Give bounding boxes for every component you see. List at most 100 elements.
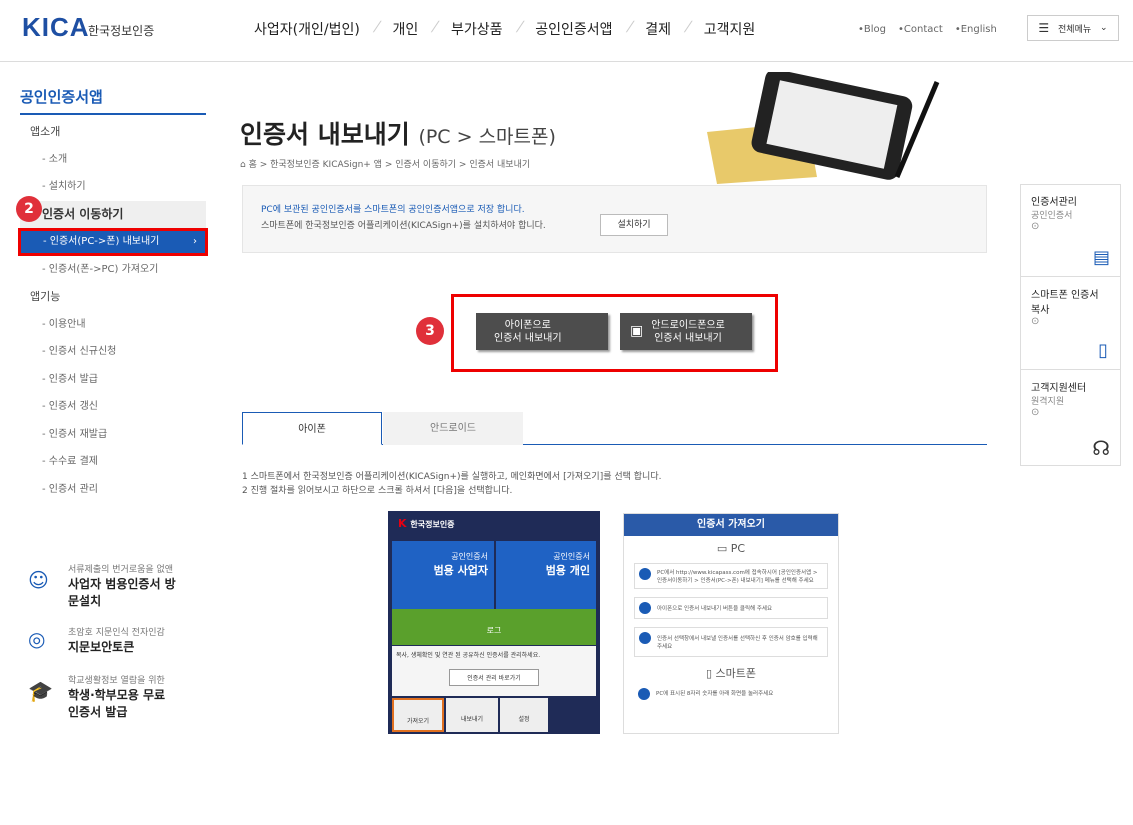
sidebar-item-app-intro[interactable]: 앱소개: [20, 118, 206, 146]
iphone-export-line-2: 인증서 내보내기: [494, 332, 562, 344]
arrow-circle-icon: ⊙: [1031, 407, 1040, 418]
app-screenshot-import: 인증서 가져오기 ▭ PC PC에서 http://www.kicapass.c…: [623, 513, 839, 734]
android-export-button[interactable]: ▣ 안드로이드폰으로 인증서 내보내기: [620, 313, 752, 350]
import-step-text: 아이폰으로 인증서 내보내기 버튼을 클릭해 주세요: [657, 606, 773, 612]
smartphone-section-text: 스마트폰: [715, 667, 757, 680]
kica-logo[interactable]: KICA: [22, 12, 90, 43]
quick-cert-manage-sub: 공인인증서: [1031, 211, 1073, 221]
smartphone-icon: ▯: [705, 667, 713, 680]
app-import-button[interactable]: 가져오기: [392, 698, 444, 732]
iphone-export-label: 아이폰으로 인증서 내보내기: [494, 319, 562, 345]
quick-phone-copy[interactable]: 스마트폰 인증서 복사 ⊙ ▯: [1021, 278, 1120, 370]
app-tile-personal-title: 범용 개인: [545, 564, 590, 577]
sidebar-menu: 앱소개 - 소개 - 설치하기 인증서 이동하기 - 인증서(PC->폰) 내보…: [18, 118, 208, 504]
smartphone-icon: ▯: [1098, 340, 1108, 361]
nav-payment[interactable]: 결제: [631, 19, 685, 39]
banner-title: 사업자 범용인증서 방문설치: [68, 577, 176, 608]
sidebar-item-fee[interactable]: - 수수료 결제: [20, 448, 206, 476]
app-notice: 복사, 생체확인 및 연관 된 공유하신 인증서를 관리하세요. 인증서 관리 …: [392, 646, 596, 696]
step-marker: 3: [416, 317, 444, 345]
banner-title: 지문보안토큰: [68, 640, 135, 654]
quick-menu: 인증서관리 공인인증서 ⊙ ▤ 스마트폰 인증서 복사 ⊙ ▯ 고객지원센터원격지…: [1020, 184, 1121, 466]
chevron-right-icon: ›: [193, 236, 197, 247]
pc-section-label: ▭ PC: [624, 542, 838, 555]
banner-fingerprint[interactable]: ◎ 초암호 지문인식 전자인감지문보안토큰: [28, 625, 165, 655]
kica-app-logo: K: [398, 517, 407, 530]
blog-link[interactable]: •Blog: [858, 24, 886, 35]
sidebar-item-intro[interactable]: - 소개: [20, 146, 206, 174]
app-tile-log[interactable]: 로그: [392, 609, 596, 645]
quick-cert-manage[interactable]: 인증서관리 공인인증서 ⊙ ▤: [1021, 185, 1120, 277]
quick-support-center-title: 고객지원센터: [1031, 383, 1087, 394]
instructions: 1 스마트폰에서 한국정보인증 어플리케이션(KICASign+)를 실행하고,…: [242, 470, 661, 498]
all-menu-button[interactable]: ☰ 전체메뉴 ⌄: [1027, 15, 1119, 41]
info-line-2: 스마트폰에 한국정보인증 어플리케이션(KICASign+)를 설치하셔야 합니…: [261, 221, 546, 231]
english-link[interactable]: •English: [955, 24, 997, 35]
monitor-icon: ▭: [716, 542, 728, 555]
app-export-button[interactable]: 내보내기: [446, 698, 498, 732]
main-nav: 사업자(개인/법인) / 개인 / 부가상품 / 공인인증서앱 / 결제 / 고객지원: [240, 19, 769, 39]
quick-phone-copy-title: 스마트폰 인증서 복사: [1031, 290, 1099, 316]
util-links: •Blog •Contact •English: [858, 24, 997, 35]
breadcrumb: ⌂ 홈 > 한국정보인증 KICASign+ 앱 > 인증서 이동하기 > 인증…: [240, 160, 531, 170]
sidebar-item-export-label: - 인증서(PC->폰) 내보내기: [43, 236, 160, 247]
quick-support-center[interactable]: 고객지원센터원격지원 ⊙ ☊: [1021, 371, 1120, 466]
sidebar-item-cert-move[interactable]: 인증서 이동하기: [20, 200, 206, 228]
sidebar-title: 공인인증서앱: [20, 88, 103, 106]
banner-title: 학생·학부모용 무료인증서 발급: [68, 688, 166, 719]
banner-student[interactable]: 🎓 학교생활정보 열람을 위한 학생·학부모용 무료인증서 발급: [28, 673, 168, 720]
app-screenshot-main: K 한국정보인증 공인인증서 범용 사업자 공인인증서 범용 개인 로그 복사,…: [388, 511, 600, 734]
hamburger-icon: ☰: [1038, 21, 1050, 35]
sidebar-item-reissue[interactable]: - 인증서 재발급: [20, 421, 206, 449]
instruction-step-2: 2 진행 절차를 읽어보시고 하단으로 스크롤 하셔서 [다음]을 선택합니다.: [242, 486, 513, 496]
info-line-1: PC에 보관된 공인인증서를 스마트폰의 공인인증서앱으로 저장 합니다.: [261, 205, 525, 215]
sidebar-item-manage[interactable]: - 인증서 관리: [20, 476, 206, 504]
nav-support[interactable]: 고객지원: [690, 19, 770, 39]
banner-small-text: 학교생활정보 열람을 위한: [68, 676, 165, 686]
sidebar-item-renew[interactable]: - 인증서 갱신: [20, 393, 206, 421]
step-marker: 2: [16, 196, 42, 222]
tab-android[interactable]: 안드로이드: [383, 412, 523, 445]
sidebar-item-guide[interactable]: - 이용안내: [20, 311, 206, 339]
install-button[interactable]: 설치하기: [600, 214, 668, 236]
sidebar-item-issue[interactable]: - 인증서 발급: [20, 366, 206, 394]
banner-visit-install[interactable]: ☺ 서류제출의 번거로움을 없앤 사업자 범용인증서 방문설치: [28, 562, 178, 609]
nav-business[interactable]: 사업자(개인/법인): [240, 19, 374, 39]
cert-manage-button[interactable]: 인증서 관리 바로가기: [449, 669, 539, 686]
import-step: PC에 표시된 8자리 숫자를 아래 화면을 눌러주세요: [634, 685, 828, 701]
headset-icon: ☊: [1092, 436, 1110, 460]
import-step: PC에서 http://www.kicapass.com에 접속하시어 [공인인…: [634, 563, 828, 589]
app-brand: K 한국정보인증: [398, 517, 455, 530]
arrow-circle-icon: ⊙: [1031, 316, 1040, 327]
tab-iphone[interactable]: 아이폰: [242, 412, 382, 445]
id-card-icon: ▤: [1092, 247, 1110, 268]
sidebar-item-app-features[interactable]: 앱기능: [20, 283, 206, 311]
banner-small-text: 초암호 지문인식 전자인감: [68, 628, 165, 638]
all-menu-label: 전체메뉴: [1058, 24, 1092, 35]
sidebar-item-import[interactable]: - 인증서(폰->PC) 가져오기: [20, 256, 206, 284]
quick-support-center-sub: 원격지원: [1031, 397, 1065, 407]
page-title-sub: (PC > 스마트폰): [418, 126, 556, 148]
app-tile-personal-subtitle: 공인인증서: [553, 552, 590, 561]
fingerprint-icon: ◎: [28, 627, 46, 651]
pc-section-text: PC: [730, 542, 746, 555]
import-step: 아이폰으로 인증서 내보내기 버튼을 클릭해 주세요: [634, 597, 828, 619]
android-export-label: 안드로이드폰으로 인증서 내보내기: [651, 319, 725, 345]
app-settings-button[interactable]: 설정: [500, 698, 548, 732]
app-brand-label: 한국정보인증: [410, 520, 455, 529]
sidebar-item-export[interactable]: - 인증서(PC->폰) 내보내기 ›: [18, 228, 208, 256]
contact-link[interactable]: •Contact: [898, 24, 943, 35]
chevron-down-icon: ⌄: [1100, 23, 1108, 33]
sidebar-item-new-apply[interactable]: - 인증서 신규신청: [20, 338, 206, 366]
nav-addon[interactable]: 부가상품: [437, 19, 517, 39]
nav-personal[interactable]: 개인: [379, 19, 433, 39]
logo-subtitle: 한국정보인증: [88, 24, 155, 38]
iphone-export-button[interactable]: 아이폰으로 인증서 내보내기: [476, 313, 608, 350]
import-step: 인증서 선택창에서 내보낼 인증서를 선택하신 후 인증서 암호를 입력해 주세…: [634, 627, 828, 657]
nav-cert-app[interactable]: 공인인증서앱: [521, 19, 626, 39]
sidebar-item-install[interactable]: - 설치하기: [20, 173, 206, 201]
arrow-circle-icon: ⊙: [1031, 221, 1040, 232]
android-export-line-1: 안드로이드폰으로: [651, 319, 725, 331]
iphone-export-line-1: 아이폰으로: [504, 319, 551, 331]
smartphone-section-label: ▯ 스마트폰: [624, 665, 838, 681]
